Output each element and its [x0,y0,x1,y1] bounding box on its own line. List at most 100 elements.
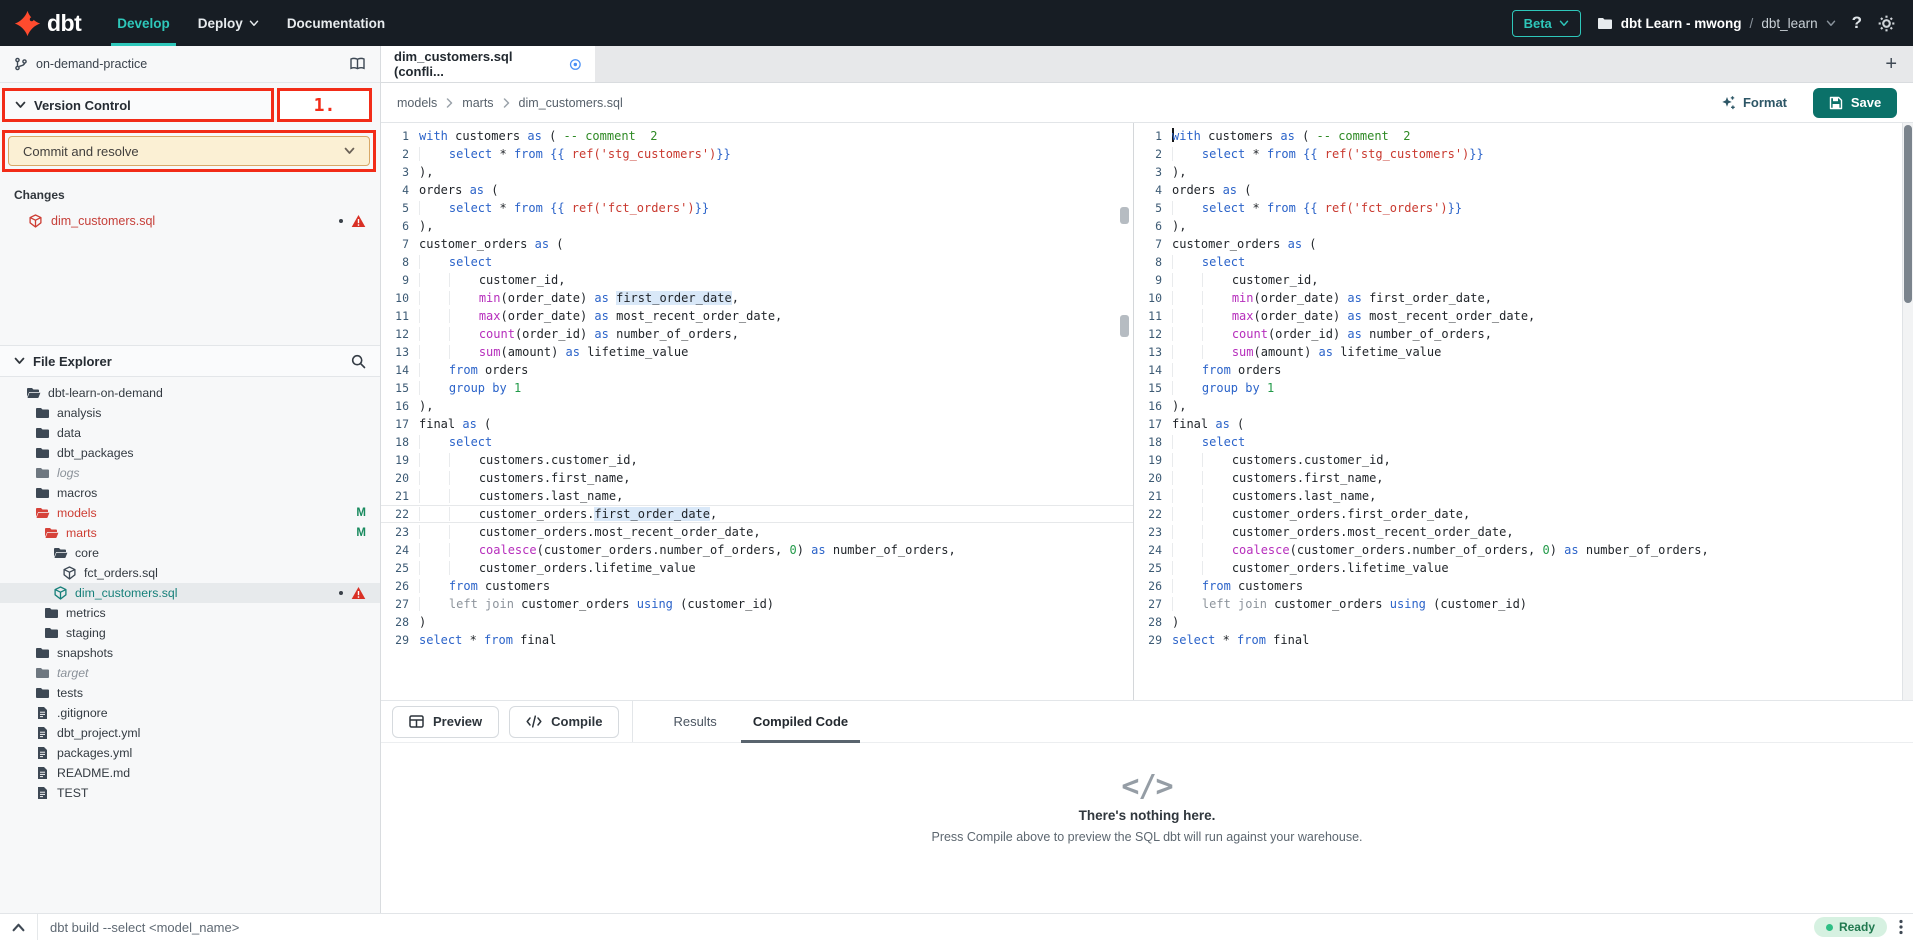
code-line[interactable]: 9 customer_id, [1134,271,1902,289]
beta-button[interactable]: Beta [1512,10,1581,37]
tree-item-test[interactable]: TEST [0,783,380,803]
code-line[interactable]: 22 customer_orders.first_order_date, [1134,505,1902,523]
code-line[interactable]: 29select * from final [1134,631,1902,649]
code-line[interactable]: 25 customer_orders.lifetime_value [381,559,1133,577]
help-icon[interactable]: ? [1852,13,1862,33]
code-line[interactable]: 12 count(order_id) as number_of_orders, [1134,325,1902,343]
code-line[interactable]: 27 left join customer_orders using (cust… [1134,595,1902,613]
tree-item-readme-md[interactable]: README.md [0,763,380,783]
code-line[interactable]: 3), [381,163,1133,181]
code-line[interactable]: 1with customers as ( -- comment 2 [1134,127,1902,145]
tree-item-core[interactable]: core [0,543,380,563]
tree-item-staging[interactable]: staging [0,623,380,643]
breadcrumb-item[interactable]: marts [462,96,493,110]
code-line[interactable]: 8 select [1134,253,1902,271]
tree-item--gitignore[interactable]: .gitignore [0,703,380,723]
tree-item-dbt-packages[interactable]: dbt_packages [0,443,380,463]
code-line[interactable]: 15 group by 1 [1134,379,1902,397]
compile-button[interactable]: Compile [509,706,619,738]
code-line[interactable]: 11 max(order_date) as most_recent_order_… [381,307,1133,325]
code-line[interactable]: 20 customers.first_name, [1134,469,1902,487]
code-line[interactable]: 14 from orders [1134,361,1902,379]
code-line[interactable]: 15 group by 1 [381,379,1133,397]
code-line[interactable]: 27 left join customer_orders using (cust… [381,595,1133,613]
command-input[interactable]: dbt build --select <model_name> [50,920,239,935]
tab-compiled-code[interactable]: Compiled Code [741,701,860,742]
breadcrumb-item[interactable]: models [397,96,437,110]
code-line[interactable]: 17final as ( [381,415,1133,433]
nav-item-documentation[interactable]: Documentation [273,0,399,46]
code-line[interactable]: 21 customers.last_name, [381,487,1133,505]
code-line[interactable]: 28) [381,613,1133,631]
tree-item-target[interactable]: target [0,663,380,683]
account-switcher[interactable]: dbt Learn - mwong / dbt_learn [1597,16,1836,31]
tree-item-metrics[interactable]: metrics [0,603,380,623]
code-line[interactable]: 10 min(order_date) as first_order_date, [1134,289,1902,307]
search-icon[interactable] [351,354,366,369]
code-line[interactable]: 23 customer_orders.most_recent_order_dat… [1134,523,1902,541]
tree-item-fct-orders-sql[interactable]: fct_orders.sql [0,563,380,583]
code-line[interactable]: 18 select [1134,433,1902,451]
branch-row[interactable]: on-demand-practice [0,46,380,83]
code-line[interactable]: 17final as ( [1134,415,1902,433]
code-line[interactable]: 13 sum(amount) as lifetime_value [1134,343,1902,361]
editor-scrollbar[interactable] [1902,123,1913,700]
code-line[interactable]: 10 min(order_date) as first_order_date, [381,289,1133,307]
preview-button[interactable]: Preview [392,706,499,738]
code-line[interactable]: 14 from orders [381,361,1133,379]
changed-file-row[interactable]: dim_customers.sql [0,210,380,232]
left-pane-scrollbar-thumb[interactable] [1120,207,1129,224]
tree-item-models[interactable]: modelsM [0,503,380,523]
code-line[interactable]: 13 sum(amount) as lifetime_value [381,343,1133,361]
code-line[interactable]: 8 select [381,253,1133,271]
code-line[interactable]: 5 select * from {{ ref('fct_orders')}} [1134,199,1902,217]
tree-item-tests[interactable]: tests [0,683,380,703]
tree-item-dbt-learn-on-demand[interactable]: dbt-learn-on-demand [0,383,380,403]
code-line[interactable]: 4orders as ( [1134,181,1902,199]
expand-command-bar-icon[interactable] [12,923,25,932]
breadcrumb-item[interactable]: dim_customers.sql [519,96,623,110]
code-line[interactable]: 24 coalesce(customer_orders.number_of_or… [1134,541,1902,559]
code-line[interactable]: 11 max(order_date) as most_recent_order_… [1134,307,1902,325]
tree-item-marts[interactable]: martsM [0,523,380,543]
split-editor[interactable]: 1with customers as ( -- comment 22 selec… [381,123,1913,700]
code-line[interactable]: 22 customer_orders.first_order_date, [381,505,1133,523]
editor-tab[interactable]: dim_customers.sql (confli... [381,46,595,82]
code-line[interactable]: 9 customer_id, [381,271,1133,289]
docs-book-icon[interactable] [349,57,366,71]
tree-item-logs[interactable]: logs [0,463,380,483]
code-line[interactable]: 19 customers.customer_id, [381,451,1133,469]
code-line[interactable]: 4orders as ( [381,181,1133,199]
version-control-header[interactable]: Version Control [2,88,274,122]
tree-item-analysis[interactable]: analysis [0,403,380,423]
nav-item-deploy[interactable]: Deploy [184,0,273,46]
code-line[interactable]: 26 from customers [1134,577,1902,595]
editor-pane-right[interactable]: 1with customers as ( -- comment 22 selec… [1133,123,1902,700]
tree-item-packages-yml[interactable]: packages.yml [0,743,380,763]
tree-item-dbt-project-yml[interactable]: dbt_project.yml [0,723,380,743]
commit-and-resolve-button[interactable]: Commit and resolve [8,136,370,166]
code-line[interactable]: 21 customers.last_name, [1134,487,1902,505]
code-line[interactable]: 29select * from final [381,631,1133,649]
code-line[interactable]: 1with customers as ( -- comment 2 [381,127,1133,145]
code-line[interactable]: 2 select * from {{ ref('stg_customers')}… [1134,145,1902,163]
tab-results[interactable]: Results [661,701,728,742]
format-button[interactable]: Format [1720,95,1787,111]
save-button[interactable]: Save [1813,88,1897,118]
code-line[interactable]: 24 coalesce(customer_orders.number_of_or… [381,541,1133,559]
new-tab-button[interactable]: + [1885,54,1897,74]
tree-item-dim-customers-sql[interactable]: dim_customers.sql [0,583,380,603]
code-line[interactable]: 20 customers.first_name, [381,469,1133,487]
code-line[interactable]: 12 count(order_id) as number_of_orders, [381,325,1133,343]
code-line[interactable]: 16), [1134,397,1902,415]
code-line[interactable]: 5 select * from {{ ref('fct_orders')}} [381,199,1133,217]
dbt-logo[interactable]: dbt [14,10,81,37]
tree-item-data[interactable]: data [0,423,380,443]
code-line[interactable]: 6), [1134,217,1902,235]
code-line[interactable]: 28) [1134,613,1902,631]
code-line[interactable]: 25 customer_orders.lifetime_value [1134,559,1902,577]
editor-scrollbar-thumb[interactable] [1904,125,1912,303]
code-line[interactable]: 16), [381,397,1133,415]
tree-item-snapshots[interactable]: snapshots [0,643,380,663]
code-line[interactable]: 23 customer_orders.most_recent_order_dat… [381,523,1133,541]
